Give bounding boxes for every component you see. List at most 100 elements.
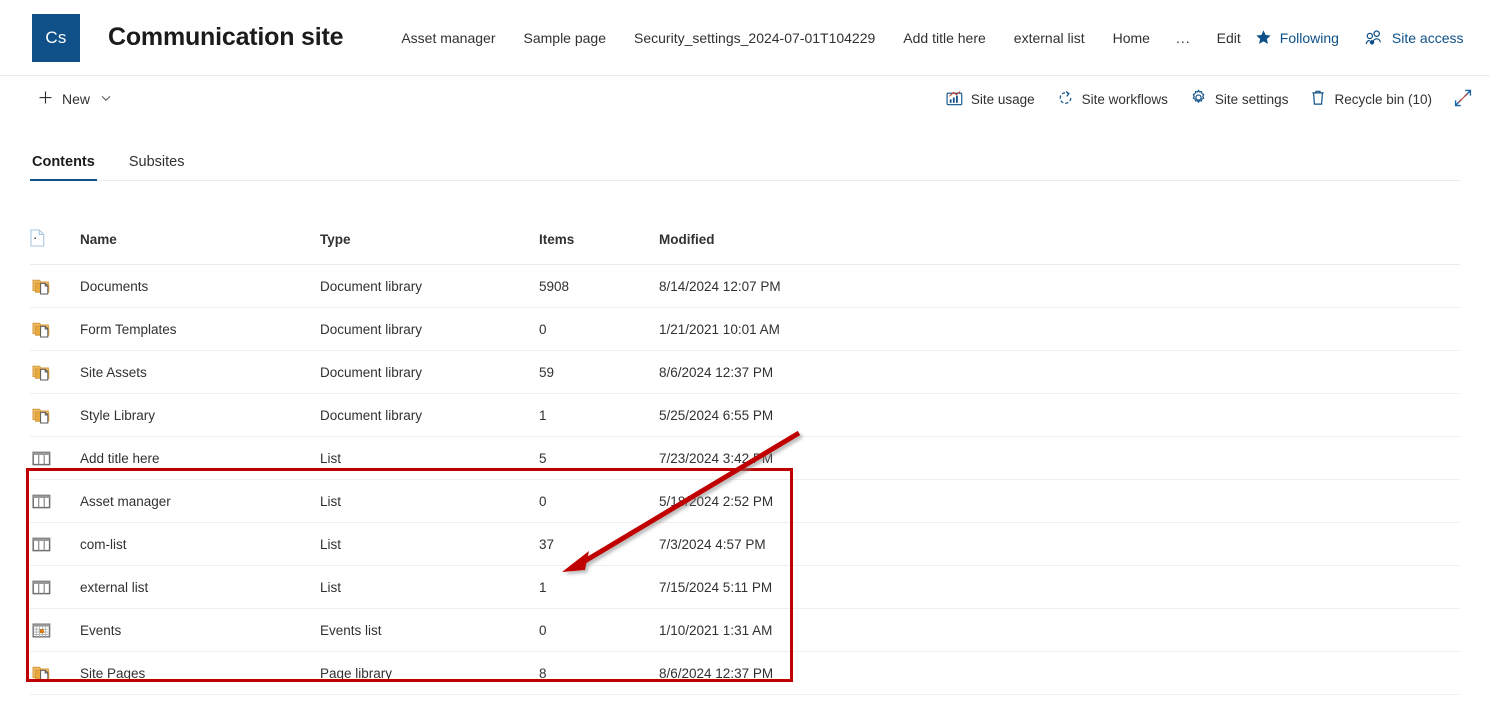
row-items: 37 [539,523,659,566]
row-modified: 8/6/2024 12:37 PM [659,652,1460,695]
row-name-link[interactable]: external list [80,566,320,609]
table-row[interactable]: external listList17/15/2024 5:11 PM [30,566,1460,609]
site-logo-text: Cs [45,28,66,48]
row-modified: 1/10/2021 1:31 AM [659,609,1460,652]
row-icon-cell [30,609,80,652]
nav-asset-manager[interactable]: Asset manager [387,22,509,54]
row-type: List [320,480,539,523]
site-access-button[interactable]: Site access [1365,29,1464,46]
command-bar: New Site usage [0,76,1490,122]
row-modified: 7/3/2024 4:57 PM [659,523,1460,566]
header-icon-cell [30,223,80,265]
workflow-icon [1057,90,1074,109]
chevron-down-icon [101,94,111,104]
nav-edit[interactable]: Edit [1203,22,1255,54]
header-items[interactable]: Items [539,223,659,265]
row-type: Document library [320,265,539,308]
site-usage-action[interactable]: Site usage [946,90,1035,109]
nav-external-list[interactable]: external list [1000,22,1099,54]
table-row[interactable]: EventsEvents list01/10/2021 1:31 AM [30,609,1460,652]
row-icon-cell [30,566,80,609]
row-name-link[interactable]: Site Assets [80,351,320,394]
row-name-link[interactable]: Events [80,609,320,652]
row-items: 8 [539,652,659,695]
row-items: 0 [539,480,659,523]
row-modified: 7/23/2024 3:42 PM [659,437,1460,480]
recycle-bin-action[interactable]: Recycle bin (10) [1310,89,1432,109]
table-row[interactable]: Site PagesPage library88/6/2024 12:37 PM [30,652,1460,695]
new-button[interactable]: New [28,84,121,114]
nav-sample-page[interactable]: Sample page [510,22,621,54]
recycle-bin-label: Recycle bin (10) [1334,92,1432,107]
header-modified[interactable]: Modified [659,223,1460,265]
row-type: List [320,523,539,566]
nav-add-title-here[interactable]: Add title here [889,22,1000,54]
row-type: Document library [320,308,539,351]
table-header: Name Type Items Modified [30,223,1460,265]
table-row[interactable]: Style LibraryDocument library15/25/2024 … [30,394,1460,437]
list-icon [30,493,80,510]
row-type: Page library [320,652,539,695]
row-icon-cell [30,480,80,523]
row-items: 1 [539,394,659,437]
site-workflows-label: Site workflows [1082,92,1168,107]
site-usage-label: Site usage [971,92,1035,107]
row-type: List [320,566,539,609]
table-row[interactable]: DocumentsDocument library59088/14/2024 1… [30,265,1460,308]
table-body: DocumentsDocument library59088/14/2024 1… [30,265,1460,695]
site-access-label: Site access [1392,30,1464,46]
row-name-link[interactable]: Style Library [80,394,320,437]
list-icon [30,536,80,553]
row-modified: 7/15/2024 5:11 PM [659,566,1460,609]
new-button-label: New [62,91,90,107]
row-name-link[interactable]: Form Templates [80,308,320,351]
events-list-icon [30,622,80,639]
trash-icon [1310,89,1326,109]
document-icon [30,235,45,250]
row-name-link[interactable]: Add title here [80,437,320,480]
row-modified: 5/25/2024 6:55 PM [659,394,1460,437]
tab-contents[interactable]: Contents [30,150,97,180]
table-row[interactable]: Add title hereList57/23/2024 3:42 PM [30,437,1460,480]
nav-security-settings[interactable]: Security_settings_2024-07-01T104229 [620,22,889,54]
row-name-link[interactable]: Site Pages [80,652,320,695]
site-logo[interactable]: Cs [32,14,80,62]
row-icon-cell [30,265,80,308]
row-items: 0 [539,308,659,351]
following-label: Following [1280,30,1339,46]
document-library-icon [30,664,80,682]
plus-icon [38,90,53,108]
row-name-link[interactable]: com-list [80,523,320,566]
list-icon [30,450,80,467]
tab-subsites[interactable]: Subsites [127,150,187,180]
row-items: 5 [539,437,659,480]
table-row[interactable]: com-listList377/3/2024 4:57 PM [30,523,1460,566]
table-row[interactable]: Site AssetsDocument library598/6/2024 12… [30,351,1460,394]
command-bar-actions: Site usage Site workflows [946,89,1472,110]
full-screen-button[interactable] [1454,89,1472,110]
header-type[interactable]: Type [320,223,539,265]
nav-overflow-ellipsis[interactable]: ... [1164,22,1203,54]
contents-table-section: Name Type Items Modified DocumentsDocume… [0,223,1490,695]
table-row[interactable]: Asset managerList05/18/2024 2:52 PM [30,480,1460,523]
row-items: 59 [539,351,659,394]
table-header-row: Name Type Items Modified [30,223,1460,265]
row-type: List [320,437,539,480]
row-name-link[interactable]: Asset manager [80,480,320,523]
document-library-icon [30,320,80,338]
row-icon-cell [30,652,80,695]
header-actions: Following Site access [1255,29,1474,46]
nav-home[interactable]: Home [1099,22,1164,54]
site-settings-action[interactable]: Site settings [1190,89,1289,109]
header-name[interactable]: Name [80,223,320,265]
gear-icon [1190,89,1207,109]
list-icon [30,579,80,596]
row-name-link[interactable]: Documents [80,265,320,308]
site-workflows-action[interactable]: Site workflows [1057,90,1168,109]
contents-table: Name Type Items Modified DocumentsDocume… [30,223,1460,695]
row-modified: 1/21/2021 10:01 AM [659,308,1460,351]
following-button[interactable]: Following [1255,29,1339,46]
chart-icon [946,90,963,109]
table-row[interactable]: Form TemplatesDocument library01/21/2021… [30,308,1460,351]
star-icon [1255,29,1272,46]
